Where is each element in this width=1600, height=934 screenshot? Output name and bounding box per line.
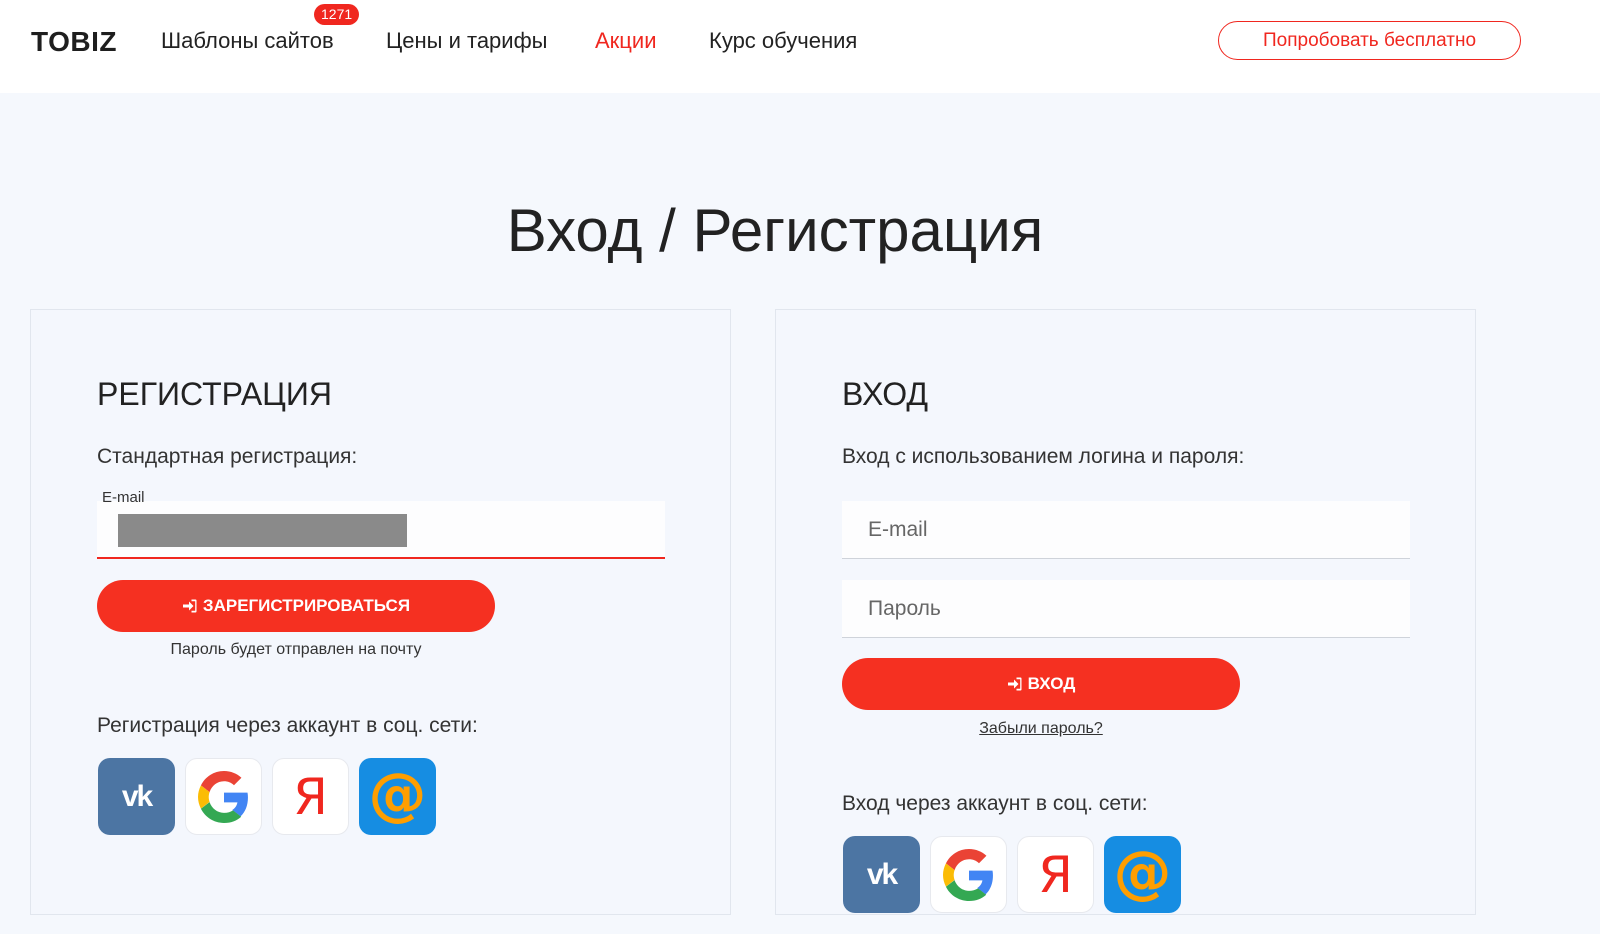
registration-social-label: Регистрация через аккаунт в соц. сети:	[97, 714, 478, 737]
mailru-icon[interactable]: @	[1104, 836, 1181, 913]
password-hint: Пароль будет отправлен на почту	[170, 641, 422, 658]
login-social-label: Вход через аккаунт в соц. сети:	[842, 792, 1148, 815]
mailru-icon[interactable]: @	[359, 758, 436, 835]
registration-email-label: E-mail	[102, 489, 145, 506]
registration-email-field[interactable]: E-mail	[97, 489, 665, 559]
google-icon[interactable]	[930, 836, 1007, 913]
registration-panel: РЕГИСТРАЦИЯ Стандартная регистрация: E-m…	[30, 309, 731, 915]
site-header: TOBIZ Шаблоны сайтов 1271 Цены и тарифы …	[0, 0, 1600, 93]
login-email-input[interactable]	[842, 501, 1410, 558]
login-subtitle: Вход с использованием логина и пароля:	[842, 445, 1245, 468]
register-button-label: ЗАРЕГИСТРИРОВАТЬСЯ	[202, 596, 411, 615]
login-button-label: ВХОД	[1027, 674, 1076, 693]
page-title: Вход / Регистрация	[506, 197, 1044, 264]
login-panel: ВХОД Вход с использованием логина и паро…	[775, 309, 1476, 915]
yandex-glyph: Я	[1038, 845, 1073, 904]
nav-item-promotions[interactable]: Акции	[595, 28, 656, 54]
nav-item-pricing[interactable]: Цены и тарифы	[386, 28, 548, 54]
google-logo-icon	[197, 770, 248, 823]
nav-item-templates[interactable]: Шаблоны сайтов	[161, 28, 334, 54]
login-email-field[interactable]	[842, 501, 1410, 559]
yandex-icon[interactable]: Я	[272, 758, 349, 835]
registration-heading: РЕГИСТРАЦИЯ	[97, 376, 332, 412]
logo[interactable]: TOBIZ	[31, 26, 117, 58]
yandex-glyph: Я	[293, 767, 328, 826]
mailru-glyph: @	[1113, 837, 1172, 906]
registration-subtitle: Стандартная регистрация:	[97, 445, 358, 468]
vk-icon[interactable]: vk	[843, 836, 920, 913]
login-password-input[interactable]	[842, 580, 1410, 637]
vk-glyph: vk	[866, 857, 898, 891]
mailru-glyph: @	[368, 759, 427, 828]
vk-icon[interactable]: vk	[98, 758, 175, 835]
login-password-field[interactable]	[842, 580, 1410, 638]
nav-item-course[interactable]: Курс обучения	[709, 28, 857, 54]
google-logo-icon	[942, 848, 993, 901]
register-button[interactable]: ЗАРЕГИСТРИРОВАТЬСЯ	[97, 580, 495, 632]
vk-glyph: vk	[121, 779, 153, 813]
google-icon[interactable]	[185, 758, 262, 835]
login-button[interactable]: ВХОД	[842, 658, 1240, 710]
registration-social-buttons: vk Я @	[98, 758, 436, 835]
sign-in-icon	[182, 599, 197, 613]
forgot-password-link[interactable]: Забыли пароль?	[842, 720, 1240, 738]
login-social-buttons: vk Я @	[843, 836, 1181, 913]
templates-count-badge: 1271	[314, 4, 360, 25]
yandex-icon[interactable]: Я	[1017, 836, 1094, 913]
try-free-button[interactable]: Попробовать бесплатно	[1218, 21, 1521, 60]
redacted-email-value	[118, 514, 407, 547]
sign-in-icon	[1007, 677, 1022, 691]
login-heading: ВХОД	[842, 376, 929, 412]
